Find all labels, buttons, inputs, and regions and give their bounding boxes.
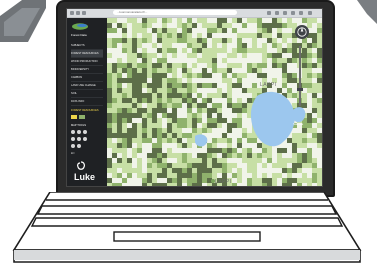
laptop-base-shadow [14,250,360,260]
draw-tool-icon[interactable] [71,137,75,141]
forward-icon[interactable] [76,11,80,15]
pan-tool-icon[interactable] [71,130,75,134]
place-label: LAPPI [215,179,232,185]
zoom-slider-handle[interactable] [297,88,303,91]
reload-icon[interactable] [82,11,86,15]
sidebar-item-wood-production[interactable]: WOOD PRODUCTION [71,58,103,66]
layer-legend-swatch [79,115,85,119]
background-decoration-icon [357,0,377,24]
sidebar-item-data-info[interactable]: DATA INFO [71,98,103,106]
back-icon[interactable] [70,11,74,15]
forest-raster-layer [107,18,322,186]
extension-icon[interactable] [267,11,271,15]
bookmark-icon[interactable] [275,11,279,15]
browser-toolbar: ...luonnonvaratieto.fi/... [67,9,322,18]
luke-logo-text: Luke [74,172,96,182]
menu-icon[interactable] [308,11,312,15]
profile-icon[interactable] [299,11,303,15]
zoom-slider[interactable] [299,46,301,106]
zoom-tool-icon[interactable] [77,130,81,134]
sidebar: Forest Data SUBJECTS FOREST RESOURCES WO… [67,18,107,186]
sidebar-item-subjects[interactable]: SUBJECTS [71,42,103,50]
luke-logo-icon [77,161,85,170]
layer-toggle[interactable] [71,115,77,119]
background-decoration-icon [0,0,46,42]
export-tool-icon[interactable] [71,144,75,148]
sidebar-item-carbon[interactable]: CARBON [71,74,103,82]
sidebar-item-forest-resources[interactable]: FOREST RESOURCES [71,50,103,58]
map-tools-heading: MAP TOOLS [71,124,86,127]
place-label: LAPPI [260,82,277,88]
laptop-screen: ...luonnonvaratieto.fi/... Forest Data S… [66,8,323,187]
download-icon[interactable] [291,11,295,15]
measure-tool-icon[interactable] [83,130,87,134]
selected-layer-heading: FOREST RESOURCES [71,109,99,112]
share-icon[interactable] [283,11,287,15]
sidebar-item-soil[interactable]: SOIL [71,90,103,98]
info-tool-icon[interactable] [77,137,81,141]
compass-icon[interactable] [294,24,310,40]
sidebar-item-land-use[interactable]: LAND USE CHANGE [71,82,103,90]
app-title: Forest Data [71,33,87,37]
lake-label: Saimaa [293,122,304,126]
app-logo-icon [72,23,88,30]
print-tool-icon[interactable] [83,137,87,141]
settings-tool-icon[interactable] [77,144,81,148]
map-marker-icon[interactable] [211,179,215,183]
address-bar[interactable]: ...luonnonvaratieto.fi/... [113,10,237,15]
sidebar-item-biodiversity[interactable]: BIODIVERSITY [71,66,103,74]
language-label[interactable]: EN [71,152,74,155]
map-canvas[interactable]: LAPPI LAPPI Saimaa [107,18,322,186]
